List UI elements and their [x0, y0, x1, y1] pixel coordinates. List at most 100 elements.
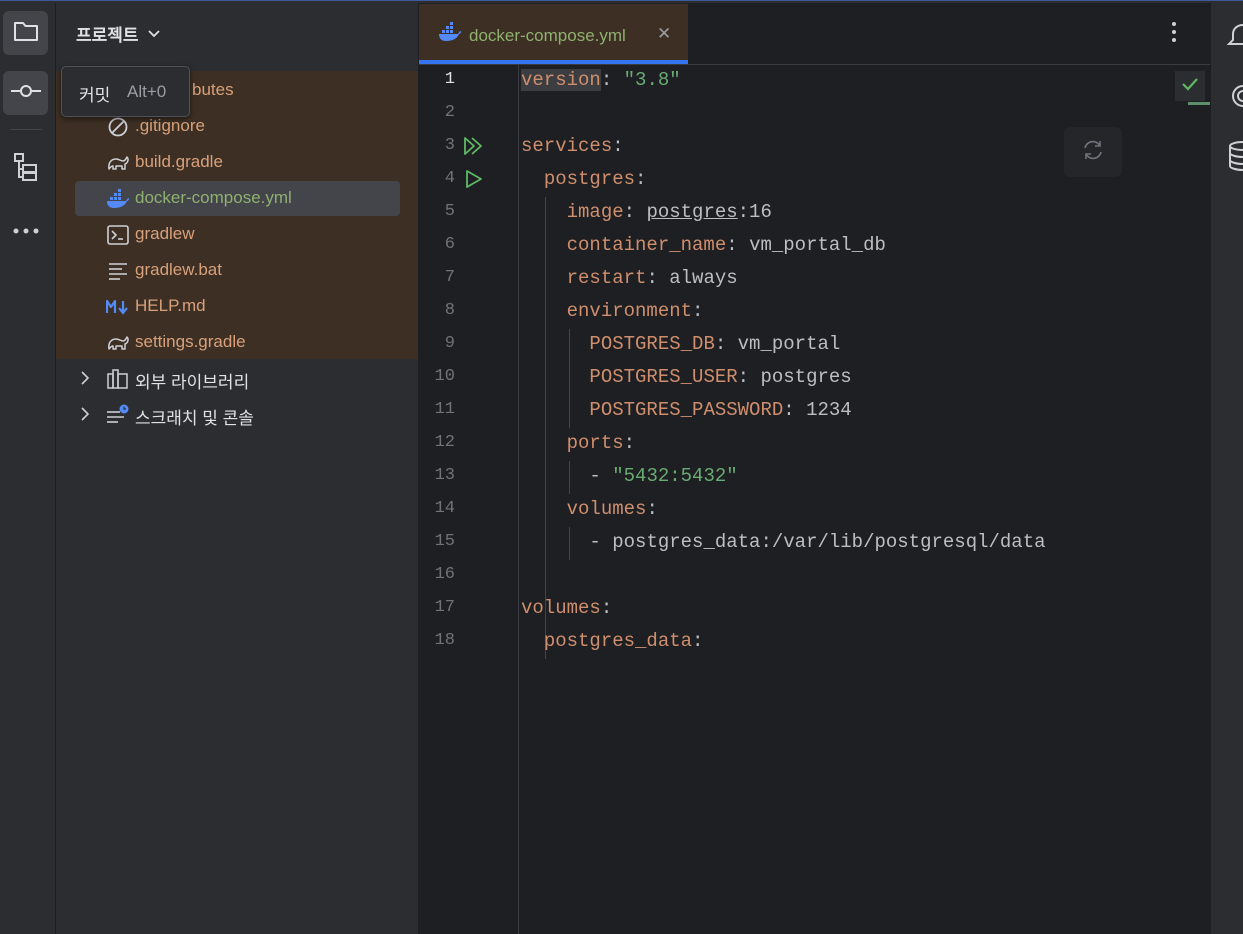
chevron-right-icon[interactable] [80, 370, 90, 391]
yaml-key: ports [566, 432, 624, 454]
yaml-key: image [566, 201, 624, 223]
yaml-value-link[interactable]: postgres [646, 201, 737, 223]
yaml-colon: : [600, 69, 624, 91]
ai-assistant-icon[interactable] [1227, 83, 1243, 114]
yaml-string: "3.8" [623, 69, 681, 91]
tree-item-label: gradlew.bat [135, 260, 222, 279]
line-number: 4 [444, 169, 455, 188]
yaml-key: POSTGRES_DB [589, 333, 715, 355]
line-number: 2 [444, 103, 455, 122]
code-line: 8 environment: [419, 296, 1210, 329]
commit-icon [10, 81, 42, 106]
yaml-value: 1234 [806, 399, 852, 421]
ignore-file-icon [106, 115, 130, 139]
editor: docker-compose.yml ✕ 1 version: "3.8" 2 [419, 3, 1210, 934]
commit-tooltip: 커밋 Alt+0 [61, 66, 190, 117]
more-tools-button[interactable] [3, 209, 48, 253]
project-view-selector[interactable]: 프로젝트 [76, 21, 161, 46]
line-number: 8 [444, 301, 455, 320]
code-line: 17 volumes: [419, 593, 1210, 626]
line-number: 5 [444, 202, 455, 221]
line-number: 13 [434, 466, 455, 485]
code-line: 2 [419, 98, 1210, 131]
project-panel: 프로젝트 butes .gitignore build.gradle docke… [56, 3, 418, 934]
code-line: 3 services: [419, 131, 1210, 164]
tree-item-label: settings.gradle [135, 332, 246, 351]
yaml-key: postgres [543, 168, 636, 190]
tree-node-external-libraries[interactable]: 외부 라이브러리 [56, 361, 418, 397]
code-line: 16 [419, 560, 1210, 593]
line-number: 3 [444, 136, 455, 155]
yaml-key: services [521, 135, 613, 157]
tree-item-label: gradlew [135, 224, 195, 243]
database-icon[interactable] [1227, 141, 1243, 176]
markdown-icon [106, 295, 130, 319]
line-number: 1 [444, 70, 455, 89]
code-area[interactable]: 1 version: "3.8" 2 3 services: 4 postgre… [419, 65, 1210, 934]
yaml-string: "5432:5432" [612, 465, 738, 487]
yaml-key: volumes [566, 498, 647, 520]
tree-item-gradlew-bat[interactable]: gradlew.bat [56, 253, 418, 289]
commit-tool-button[interactable] [3, 71, 48, 115]
tool-separator [10, 129, 42, 130]
code-line: 4 postgres: [419, 164, 1210, 197]
code-line: 5 image: postgres:16 [419, 197, 1210, 230]
yaml-key: postgres_data [543, 630, 693, 652]
chevron-right-icon[interactable] [80, 406, 90, 427]
yaml-colon: : [692, 630, 704, 652]
tree-node-scratches[interactable]: 스크래치 및 콘솔 [56, 397, 418, 433]
yaml-key: version [521, 69, 601, 91]
more-vertical-icon[interactable] [1171, 21, 1177, 48]
yaml-colon: : [646, 498, 658, 520]
yaml-dash: - [589, 531, 613, 553]
line-number: 18 [434, 631, 455, 650]
notifications-icon[interactable] [1226, 21, 1243, 52]
gradle-elephant-icon [106, 331, 130, 355]
active-tab-indicator [419, 60, 688, 64]
line-number: 17 [434, 598, 455, 617]
tree-item-label: butes [192, 80, 234, 99]
tree-item-help-md[interactable]: HELP.md [56, 289, 418, 325]
docker-icon [106, 187, 130, 211]
yaml-key: restart [566, 267, 647, 289]
structure-tool-button[interactable] [3, 147, 48, 191]
tooltip-shortcut: Alt+0 [127, 82, 167, 101]
yaml-colon: : [635, 168, 647, 190]
tab-label: docker-compose.yml [469, 26, 626, 45]
structure-icon [13, 152, 39, 187]
line-number: 12 [434, 433, 455, 452]
line-number: 11 [434, 400, 455, 419]
tree-node-label: 스크래치 및 콘솔 [135, 409, 254, 428]
code-line: 6 container_name: vm_portal_db [419, 230, 1210, 263]
yaml-colon: : [692, 300, 704, 322]
tree-item-build-gradle[interactable]: build.gradle [56, 145, 418, 181]
project-tool-button[interactable] [3, 11, 48, 55]
run-service-icon[interactable] [463, 169, 485, 195]
code-line: 14 volumes: [419, 494, 1210, 527]
tree-item-docker-compose[interactable]: docker-compose.yml [56, 181, 418, 217]
tree-item-gradlew[interactable]: gradlew [56, 217, 418, 253]
yaml-value: postgres [760, 366, 852, 388]
editor-tab-bar: docker-compose.yml ✕ [419, 3, 1210, 65]
close-icon[interactable]: ✕ [657, 24, 671, 44]
code-line: 15 - postgres_data:/var/lib/postgresql/d… [419, 527, 1210, 560]
yaml-colon: : [600, 597, 613, 619]
code-line: 9 POSTGRES_DB: vm_portal [419, 329, 1210, 362]
tree-item-label: .gitignore [135, 116, 205, 135]
yaml-colon: : [623, 432, 636, 454]
scratches-icon [106, 403, 130, 427]
yaml-value: always [669, 267, 738, 289]
line-number: 6 [444, 235, 455, 254]
yaml-value: postgres_data:/var/lib/postgresql/data [612, 531, 1046, 553]
folder-icon [13, 20, 39, 47]
yaml-value: vm_portal [737, 333, 841, 355]
gradle-elephant-icon [106, 151, 130, 175]
yaml-key: environment [566, 300, 693, 322]
terminal-icon [106, 223, 130, 247]
run-all-services-icon[interactable] [463, 136, 485, 162]
yaml-value: :16 [737, 201, 772, 223]
code-line: 7 restart: always [419, 263, 1210, 296]
tab-docker-compose[interactable]: docker-compose.yml ✕ [419, 4, 688, 64]
tree-item-settings-gradle[interactable]: settings.gradle [56, 325, 418, 361]
yaml-dash: - [589, 465, 613, 487]
